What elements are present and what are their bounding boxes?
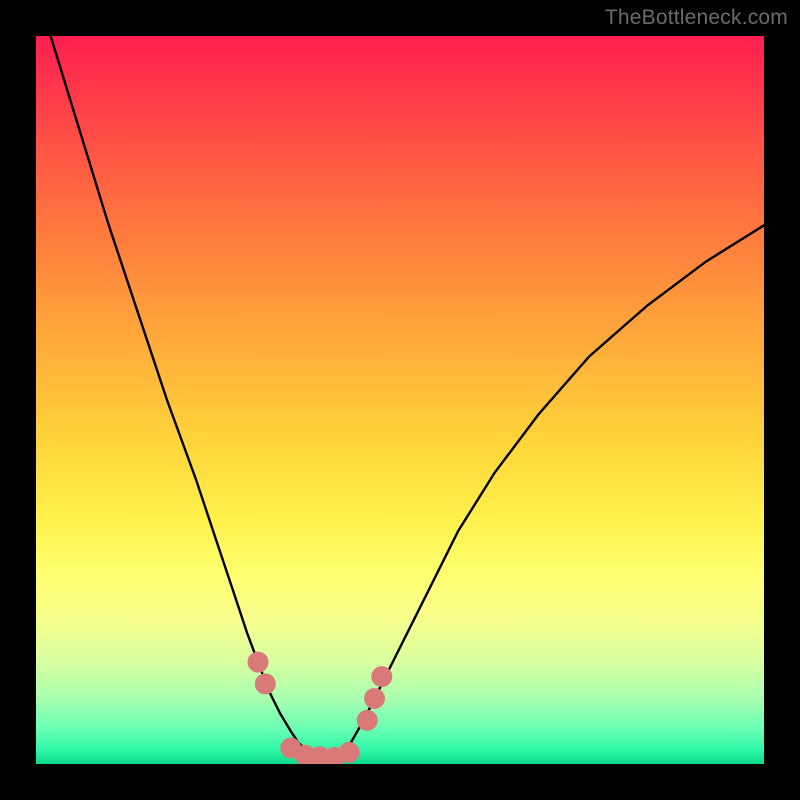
plot-area <box>36 36 764 764</box>
data-marker <box>339 742 359 762</box>
data-marker <box>255 674 275 694</box>
right-curve <box>335 225 765 758</box>
data-marker <box>372 667 392 687</box>
data-marker <box>248 652 268 672</box>
curve-layer <box>36 36 764 764</box>
data-marker <box>357 710 377 730</box>
chart-frame: TheBottleneck.com <box>0 0 800 800</box>
watermark-text: TheBottleneck.com <box>605 6 788 30</box>
marker-group <box>248 652 392 764</box>
left-curve <box>51 36 335 758</box>
data-marker <box>365 689 385 709</box>
